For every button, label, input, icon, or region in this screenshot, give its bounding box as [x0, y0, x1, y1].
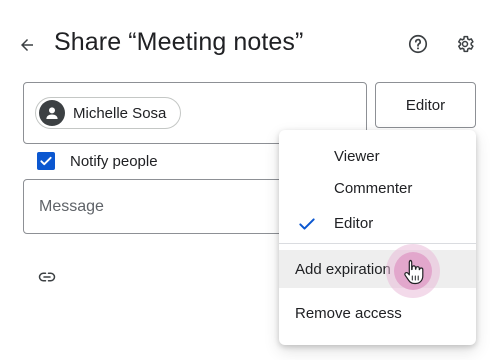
menu-item-label: Commenter [334, 179, 413, 197]
notify-label: Notify people [70, 153, 158, 170]
back-button[interactable] [14, 32, 40, 58]
help-icon [408, 34, 428, 54]
arrow-back-icon [21, 39, 33, 51]
menu-item-remove-access[interactable]: Remove access [279, 294, 476, 332]
menu-item-commenter[interactable]: Commenter [279, 172, 476, 204]
recipient-chip[interactable]: Michelle Sosa [35, 97, 182, 129]
menu-divider [279, 243, 476, 244]
checkmark-icon [40, 156, 52, 166]
menu-item-label: Remove access [295, 304, 402, 322]
help-button[interactable] [405, 31, 431, 57]
message-field[interactable]: Message [23, 179, 323, 234]
role-menu: Viewer Commenter Editor Add expiration R… [279, 130, 476, 345]
notify-checkbox[interactable] [37, 152, 55, 170]
menu-item-label: Add expiration [295, 260, 391, 278]
hand-pointer-icon [404, 259, 424, 285]
copy-link-button[interactable] [36, 266, 58, 288]
recipient-name: Michelle Sosa [73, 104, 167, 122]
menu-item-editor[interactable]: Editor [279, 204, 476, 242]
avatar [39, 100, 65, 126]
gear-icon [458, 35, 474, 53]
role-dropdown-button[interactable]: Editor [375, 82, 476, 128]
link-icon [38, 272, 56, 282]
menu-item-label: Editor [334, 214, 374, 232]
dialog-title: Share “Meeting notes” [54, 28, 304, 56]
menu-item-label: Viewer [334, 147, 380, 165]
check-icon [299, 218, 315, 230]
menu-item-viewer[interactable]: Viewer [279, 140, 476, 172]
person-icon [46, 107, 58, 119]
settings-button[interactable] [452, 31, 478, 57]
menu-item-add-expiration[interactable]: Add expiration [279, 250, 476, 288]
